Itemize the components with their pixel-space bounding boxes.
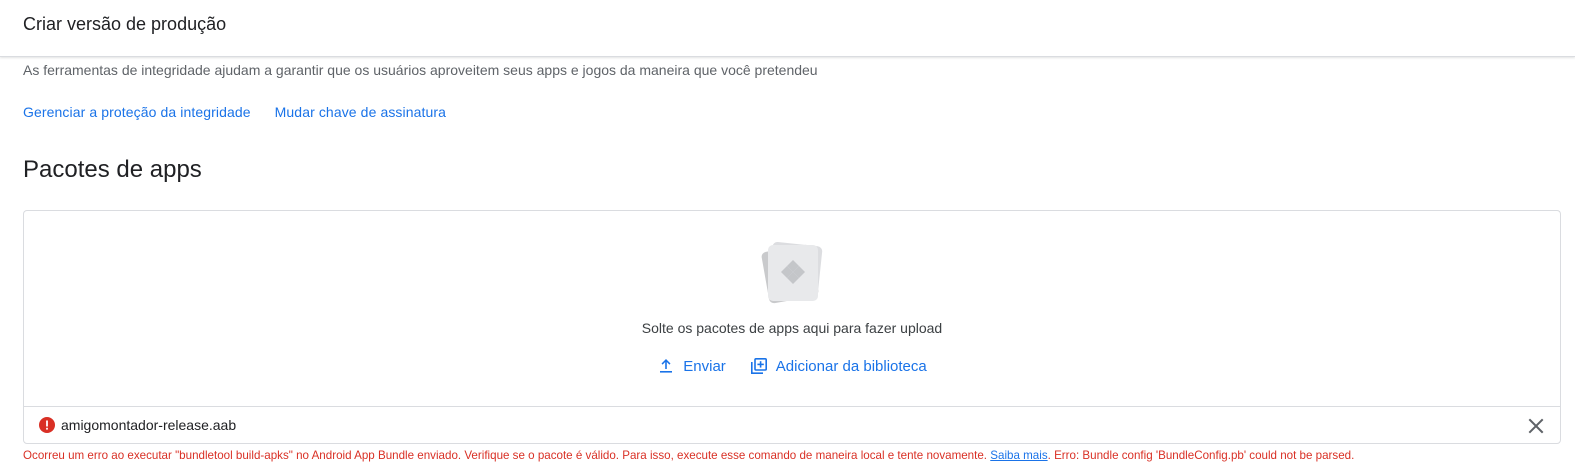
page-title: Criar versão de produção (23, 14, 227, 34)
file-name: amigomontador-release.aab (61, 417, 237, 433)
add-from-library-button[interactable]: Adicionar da biblioteca (750, 357, 927, 375)
integrity-links: Gerenciar a proteção da integridade Muda… (23, 104, 446, 120)
library-add-icon (750, 357, 767, 374)
upload-icon (660, 359, 673, 373)
app-bundles-title: Pacotes de apps (23, 156, 202, 183)
error-icon (39, 417, 55, 433)
error-text: Ocorreu um erro ao executar "bundletool … (23, 449, 988, 462)
upload-error-message: Ocorreu um erro ao executar "bundletool … (23, 449, 1354, 462)
error-detail: . Erro: Bundle config 'BundleConfig.pb' … (1047, 449, 1355, 462)
add-from-library-label: Adicionar da biblioteca (775, 357, 927, 375)
dropzone-actions: Enviar Adicionar da biblioteca (24, 357, 1560, 375)
manage-integrity-link[interactable]: Gerenciar a proteção da integridade (23, 104, 251, 120)
close-icon[interactable] (1526, 416, 1546, 436)
page-header: Criar versão de produção (0, 0, 1575, 57)
change-signing-key-link[interactable]: Mudar chave de assinatura (275, 104, 446, 120)
upload-button[interactable]: Enviar (657, 357, 726, 375)
uploaded-file-row: amigomontador-release.aab (23, 406, 1561, 444)
app-bundle-illustration-icon (761, 242, 823, 304)
dropzone-instructions: Solte os pacotes de apps aqui para fazer… (641, 320, 943, 336)
learn-more-link[interactable]: Saiba mais (990, 449, 1047, 462)
upload-label: Enviar (683, 357, 726, 375)
integrity-description: As ferramentas de integridade ajudam a g… (23, 62, 818, 78)
app-bundle-dropzone[interactable]: Solte os pacotes de apps aqui para fazer… (23, 210, 1561, 407)
